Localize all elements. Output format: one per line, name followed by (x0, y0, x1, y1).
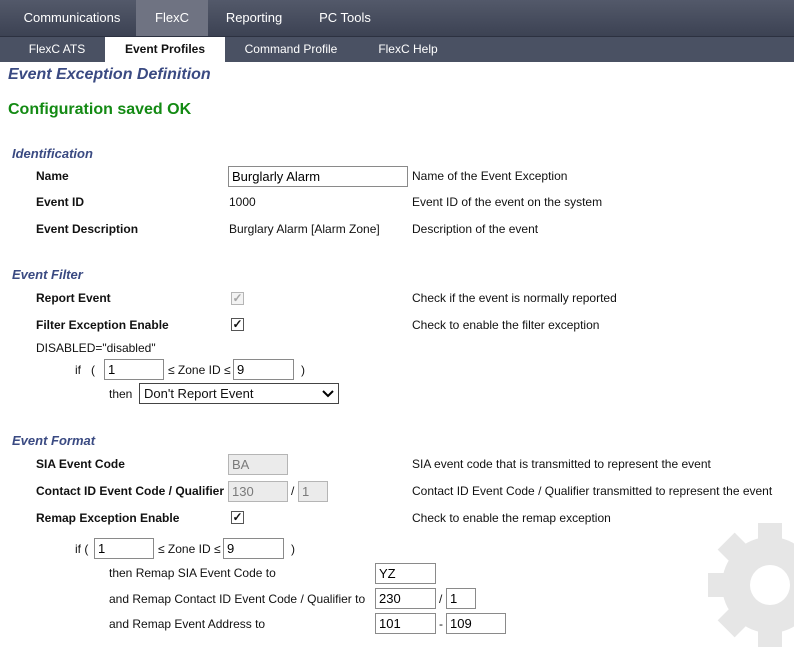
name-input[interactable] (228, 166, 408, 187)
remap-sia-input[interactable] (375, 563, 436, 584)
event-description-label: Event Description (36, 222, 139, 236)
filter-zone-range-text: ≤ Zone ID ≤ (168, 363, 231, 377)
section-identification: Identification (12, 146, 93, 161)
remap-zone-from-input[interactable] (94, 538, 154, 559)
section-event-format: Event Format (12, 433, 96, 448)
page-title: Event Exception Definition (8, 66, 211, 83)
top-nav: Communications FlexC Reporting PC Tools (0, 0, 794, 36)
report-event-desc: Check if the event is normally reported (412, 291, 617, 305)
remap-address-to-input[interactable] (446, 613, 506, 634)
contact-id-separator: / (291, 484, 295, 498)
remap-if-text: if ( (75, 542, 89, 556)
tab-communications[interactable]: Communications (14, 0, 130, 36)
filter-exception-desc: Check to enable the filter exception (412, 318, 600, 332)
report-event-label: Report Event (36, 291, 111, 305)
remap-exception-checkbox[interactable]: ✓ (231, 511, 244, 524)
sia-code-input[interactable] (228, 454, 288, 475)
remap-contact-id-separator: / (439, 592, 443, 606)
event-id-desc: Event ID of the event on the system (412, 195, 603, 209)
remap-zone-to-input[interactable] (223, 538, 284, 559)
remap-contact-id-code-input[interactable] (375, 588, 436, 609)
filter-zone-to-input[interactable] (233, 359, 294, 380)
subtab-flexc-help[interactable]: FlexC Help (366, 37, 450, 62)
filter-exception-checkbox[interactable]: ✓ (231, 318, 244, 331)
remap-exception-label: Remap Exception Enable (36, 511, 180, 525)
stray-disabled-text: DISABLED="disabled" (36, 341, 156, 355)
subtab-event-profiles[interactable]: Event Profiles (105, 37, 225, 62)
report-event-checkbox[interactable]: ✓ (231, 292, 244, 305)
remap-close-paren: ) (291, 542, 295, 556)
tab-pc-tools[interactable]: PC Tools (306, 0, 384, 36)
filter-action-select[interactable]: Don't Report Event (139, 383, 339, 404)
remap-address-separator: - (439, 617, 443, 631)
remap-sia-label: then Remap SIA Event Code to (109, 566, 276, 580)
contact-id-qualifier-input[interactable] (298, 481, 328, 502)
filter-then-text: then (109, 387, 133, 401)
remap-exception-desc: Check to enable the remap exception (412, 511, 611, 525)
tab-reporting[interactable]: Reporting (214, 0, 294, 36)
chevron-down-icon (322, 384, 334, 410)
event-id-label: Event ID (36, 195, 85, 209)
status-message: Configuration saved OK (8, 101, 192, 118)
sia-code-label: SIA Event Code (36, 457, 125, 471)
filter-exception-label: Filter Exception Enable (36, 318, 169, 332)
tab-flexc[interactable]: FlexC (136, 0, 208, 36)
contact-id-code-input[interactable] (228, 481, 288, 502)
filter-zone-from-input[interactable] (104, 359, 164, 380)
name-desc: Name of the Event Exception (412, 169, 568, 183)
remap-contact-id-qualifier-input[interactable] (446, 588, 476, 609)
event-description-value: Burglary Alarm [Alarm Zone] (229, 222, 380, 236)
remap-contact-id-label: and Remap Contact ID Event Code / Qualif… (109, 592, 366, 606)
sia-code-desc: SIA event code that is transmitted to re… (412, 457, 711, 471)
subtab-command-profile[interactable]: Command Profile (232, 37, 350, 62)
event-description-desc: Description of the event (412, 222, 539, 236)
remap-address-label: and Remap Event Address to (109, 617, 266, 631)
filter-open-paren: ( (91, 363, 95, 377)
gear-icon (708, 523, 794, 647)
remap-address-from-input[interactable] (375, 613, 436, 634)
contact-id-desc: Contact ID Event Code / Qualifier transm… (412, 484, 773, 498)
contact-id-label: Contact ID Event Code / Qualifier (36, 484, 225, 498)
event-id-value: 1000 (229, 195, 256, 209)
filter-action-value: Don't Report Event (144, 386, 254, 401)
section-event-filter: Event Filter (12, 267, 83, 282)
subtab-flexc-ats[interactable]: FlexC ATS (14, 37, 100, 62)
filter-close-paren: ) (301, 363, 305, 377)
filter-if-text: if (75, 363, 81, 377)
name-label: Name (36, 169, 69, 183)
sub-nav: FlexC ATS Event Profiles Command Profile… (0, 36, 794, 62)
remap-zone-range-text: ≤ Zone ID ≤ (158, 542, 221, 556)
